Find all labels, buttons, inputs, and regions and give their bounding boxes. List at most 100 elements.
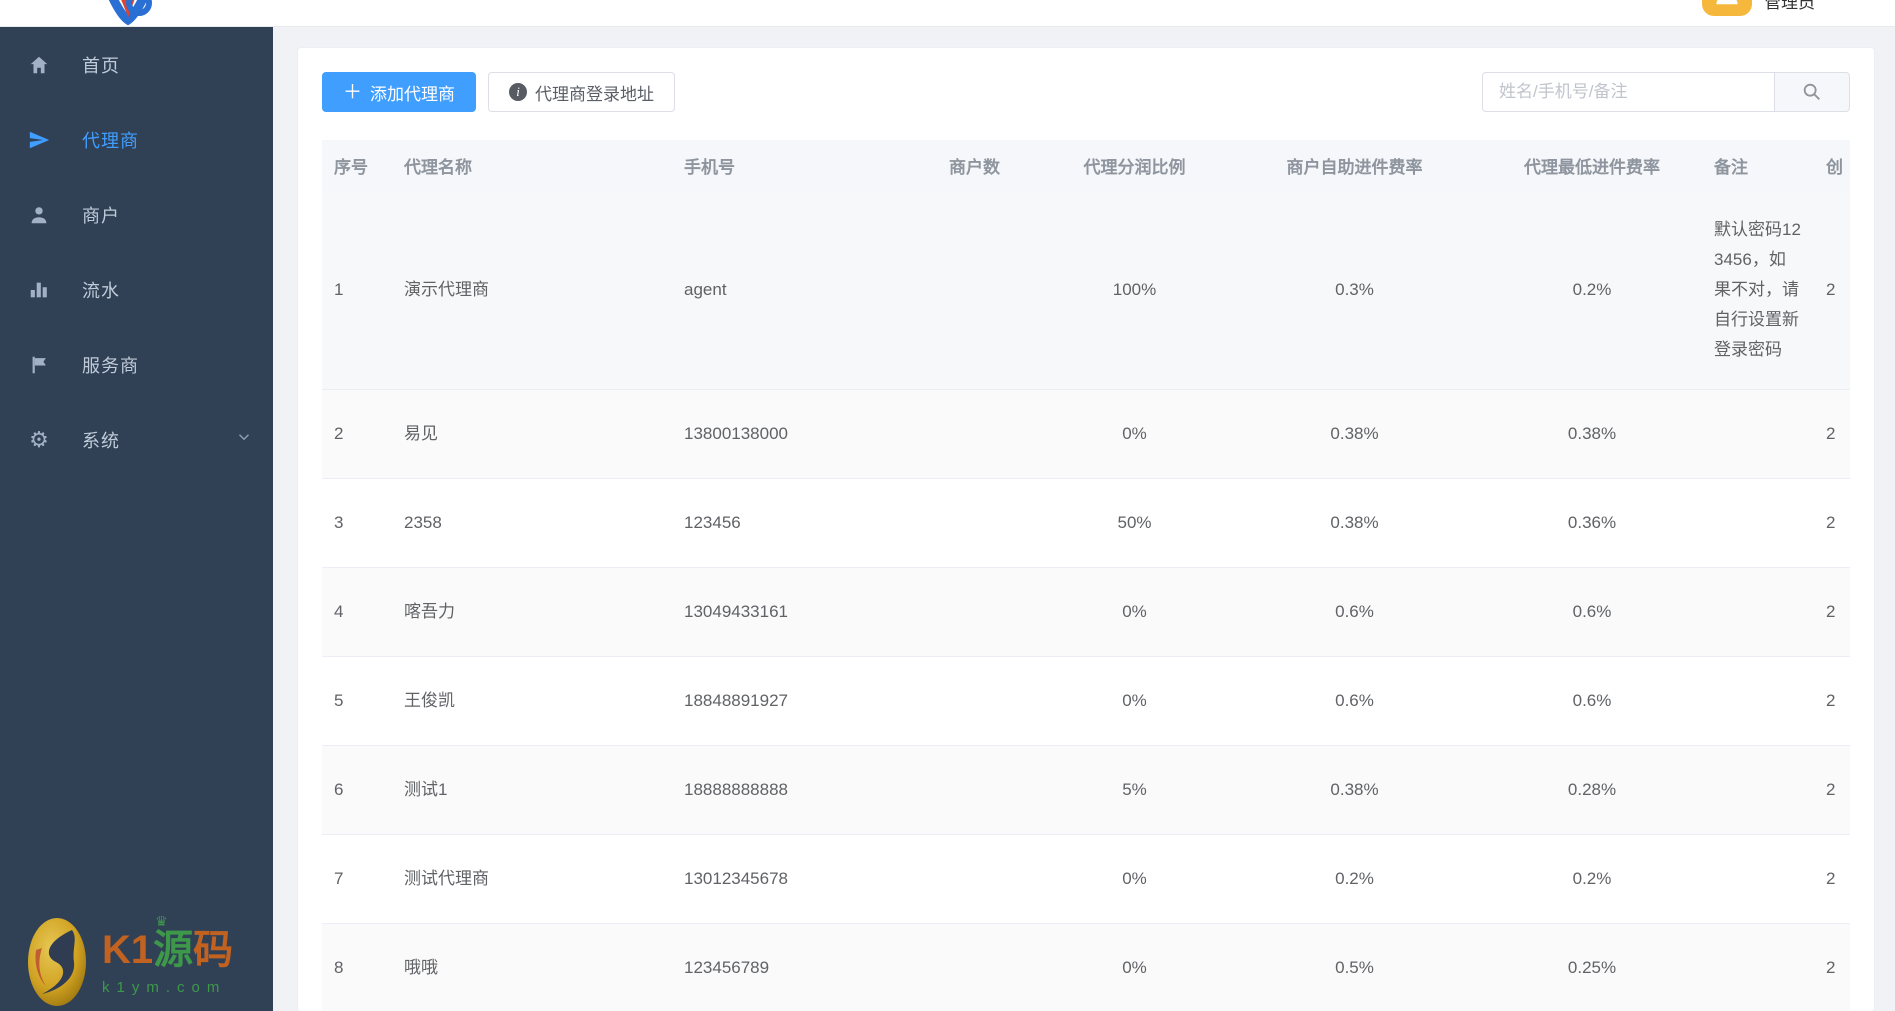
table-row: 4 喀吾力 13049433161 0% 0.6% 0.6% 2 [322,567,1850,657]
gear-icon: ⚙ [29,426,49,452]
col-min-entry-rate: 代理最低进件费率 [1482,140,1702,191]
cell-remark [1702,923,1814,1011]
cell-profit-ratio: 0% [1042,923,1227,1011]
sidebar-item-label: 服务商 [82,355,139,376]
cell-clipped: 2 [1814,834,1850,924]
sidebar-item-agents[interactable]: 代理商 [0,102,273,177]
chevron-down-icon [235,428,253,451]
col-merchant-count: 商户数 [907,140,1042,191]
search-input[interactable] [1482,72,1774,112]
flag-icon [28,354,50,376]
bar-chart-icon [28,279,50,301]
cell-clipped: 2 [1814,478,1850,568]
cell-index: 1 [322,191,392,390]
person-icon [1716,0,1738,5]
sidebar-item-label: 代理商 [82,130,139,151]
watermark-url: k1ym.com [102,978,227,996]
app-logo [92,0,164,26]
search-button[interactable] [1774,72,1850,112]
cell-agent-name: 测试1 [392,745,672,835]
cell-clipped: 2 [1814,745,1850,835]
send-icon [28,129,50,151]
sidebar-item-transactions[interactable]: 流水 [0,252,273,327]
sidebar-item-system[interactable]: ⚙ 系统 [0,402,273,477]
plus-icon: ＋ [343,81,363,103]
cell-clipped: 2 [1814,191,1850,390]
cell-profit-ratio: 0% [1042,389,1227,479]
watermark: K1 ♛ 源码 k1ym.com [26,912,233,1008]
add-agent-button[interactable]: ＋ 添加代理商 [322,72,477,112]
agent-login-url-button[interactable]: i 代理商登录地址 [488,72,676,112]
table-row: 7 测试代理商 13012345678 0% 0.2% 0.2% 2 [322,834,1850,924]
table-row: 2 易见 13800138000 0% 0.38% 0.38% 2 [322,389,1850,479]
cell-agent-name: 喀吾力 [392,567,672,657]
cell-profit-ratio: 0% [1042,834,1227,924]
cell-index: 8 [322,923,392,1011]
table-row: 1 演示代理商 agent 100% 0.3% 0.2% 默认密码123456，… [322,191,1850,390]
cell-phone: 13800138000 [672,389,907,479]
cell-remark [1702,745,1814,835]
user-avatar[interactable] [1702,0,1752,16]
cell-profit-ratio: 50% [1042,478,1227,568]
cell-phone: 123456 [672,478,907,568]
cell-index: 5 [322,656,392,746]
col-phone: 手机号 [672,140,907,191]
watermark-k1: K1 [102,927,154,972]
sidebar-item-home[interactable]: 首页 [0,27,273,102]
cell-agent-name: 演示代理商 [392,191,672,390]
cell-remark [1702,389,1814,479]
col-profit-ratio: 代理分润比例 [1042,140,1227,191]
cell-merchant-count [907,745,1042,835]
cell-min-entry-rate: 0.28% [1482,745,1702,835]
cell-merchant-count [907,191,1042,390]
watermark-egg-icon [28,918,86,1006]
table-row: 6 测试1 18888888888 5% 0.38% 0.28% 2 [322,745,1850,835]
table-row: 3 2358 123456 50% 0.38% 0.36% 2 [322,478,1850,568]
toolbar: ＋ 添加代理商 i 代理商登录地址 [322,72,1850,112]
cell-merchant-count [907,478,1042,568]
cell-self-entry-rate: 0.3% [1227,191,1482,390]
cell-remark [1702,834,1814,924]
cell-min-entry-rate: 0.6% [1482,656,1702,746]
col-self-entry-rate: 商户自助进件费率 [1227,140,1482,191]
cell-self-entry-rate: 0.6% [1227,567,1482,657]
info-icon: i [509,83,528,101]
cell-self-entry-rate: 0.6% [1227,656,1482,746]
sidebar-item-label: 商户 [82,205,120,226]
table-row: 5 王俊凯 18848891927 0% 0.6% 0.6% 2 [322,656,1850,746]
col-index: 序号 [322,140,392,191]
cell-profit-ratio: 0% [1042,656,1227,746]
search-box [1482,72,1850,112]
cell-clipped: 2 [1814,567,1850,657]
cell-agent-name: 2358 [392,478,672,568]
cell-merchant-count [907,923,1042,1011]
cell-merchant-count [907,656,1042,746]
cell-clipped: 2 [1814,656,1850,746]
user-icon [28,204,50,226]
sidebar-item-merchants[interactable]: 商户 [0,177,273,252]
col-remark: 备注 [1702,140,1814,191]
cell-index: 3 [322,478,392,568]
cell-merchant-count [907,567,1042,657]
table-row: 8 哦哦 123456789 0% 0.5% 0.25% 2 [322,923,1850,1011]
col-agent-name: 代理名称 [392,140,672,191]
cell-index: 2 [322,389,392,479]
cell-profit-ratio: 100% [1042,191,1227,390]
cell-agent-name: 哦哦 [392,923,672,1011]
agents-card: ＋ 添加代理商 i 代理商登录地址 姓名/手机号/备注 序号 代理名称 手机号 … [297,47,1875,1011]
cell-self-entry-rate: 0.5% [1227,923,1482,1011]
search-icon [1803,83,1820,100]
crown-icon: ♛ [155,912,168,929]
cell-phone: 123456789 [672,923,907,1011]
cell-index: 7 [322,834,392,924]
agents-table: 序号 代理名称 手机号 商户数 代理分润比例 商户自助进件费率 代理最低进件费率… [322,140,1850,1011]
cell-self-entry-rate: 0.38% [1227,745,1482,835]
cell-phone: 18848891927 [672,656,907,746]
cell-agent-name: 易见 [392,389,672,479]
sidebar-item-label: 系统 [82,430,120,451]
sidebar-item-label: 流水 [82,280,120,301]
cell-min-entry-rate: 0.2% [1482,191,1702,390]
logo-icon [108,0,152,26]
sidebar-item-providers[interactable]: 服务商 [0,327,273,402]
cell-clipped: 2 [1814,923,1850,1011]
